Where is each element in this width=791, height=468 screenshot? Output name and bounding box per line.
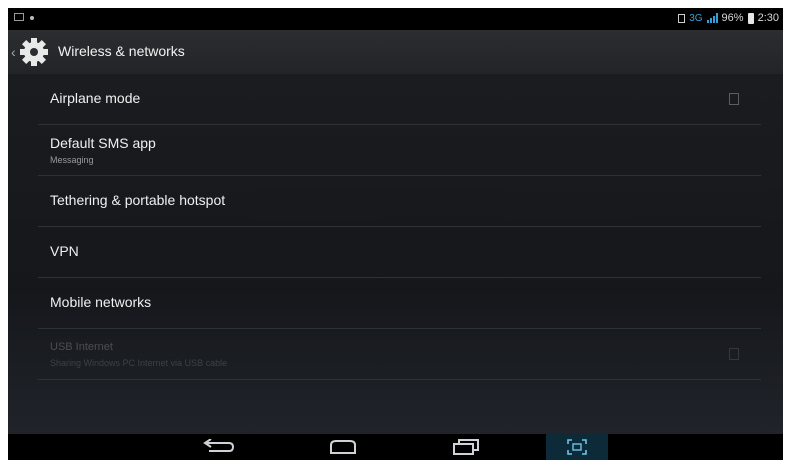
network-type-label: 3G [689,12,703,24]
battery-icon [747,12,754,24]
back-icon [203,439,235,452]
navigation-bar [8,434,783,460]
up-caret-icon[interactable]: ‹ [11,44,16,60]
sim-card-icon [678,13,686,23]
clock: 2:30 [757,12,779,24]
gear-icon[interactable] [18,36,50,68]
recent-apps-button[interactable] [436,434,496,460]
item-label: USB Internet [50,341,113,353]
recent-apps-icon [453,439,479,455]
screenshot-button[interactable] [546,434,608,460]
battery-percent: 96% [721,12,744,24]
back-button[interactable] [188,434,248,460]
item-label: Tethering & portable hotspot [50,192,226,208]
item-label: Default SMS app [50,135,156,151]
action-bar: ‹ Wireless & networks [8,30,783,75]
signal-strength-icon [706,13,718,23]
home-icon [330,440,356,454]
status-bar: 3G 96% 2:30 [8,8,783,30]
airplane-mode-checkbox[interactable] [729,93,739,105]
divider [38,379,761,380]
home-button[interactable] [313,434,373,460]
item-label: Airplane mode [50,90,141,106]
default-sms-app-item[interactable]: Default SMS app Messaging [38,125,761,175]
item-label: VPN [50,243,79,259]
device-screen: 3G 96% 2:30 ‹ Wireless & networks Airpla… [8,8,783,460]
vpn-item[interactable]: VPN [38,227,761,277]
item-summary: Sharing Windows PC Internet via USB cabl… [50,358,228,368]
settings-list: Airplane mode Default SMS app Messaging … [8,74,783,434]
usb-internet-item: USB Internet Sharing Windows PC Internet… [38,329,761,379]
usb-internet-checkbox [729,348,739,360]
page-title: Wireless & networks [58,43,185,59]
usb-notification-icon [30,16,34,20]
item-summary: Messaging [50,155,94,165]
screenshot-icon [567,439,587,455]
gallery-notification-icon [14,13,24,21]
mobile-networks-item[interactable]: Mobile networks [38,278,761,328]
item-label: Mobile networks [50,294,152,310]
tethering-hotspot-item[interactable]: Tethering & portable hotspot [38,176,761,226]
airplane-mode-item[interactable]: Airplane mode [38,74,761,124]
